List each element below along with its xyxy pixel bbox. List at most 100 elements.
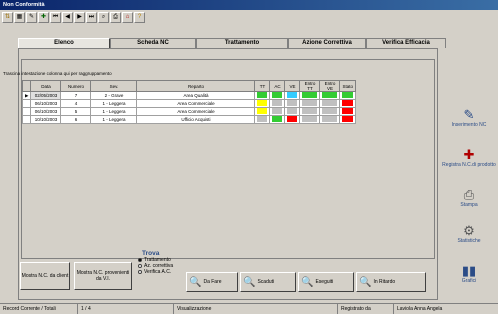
last-icon[interactable]: ⏭	[86, 12, 97, 23]
cell-sev[interactable]: 2 - Grave	[90, 91, 138, 100]
col-data[interactable]: Data	[30, 80, 62, 92]
exit-icon[interactable]: ⌂	[122, 12, 133, 23]
row-selector-icon[interactable]	[21, 99, 32, 108]
row-selector-icon[interactable]	[21, 115, 32, 124]
cell-numero[interactable]: 6	[60, 115, 92, 124]
col-ve[interactable]: VE	[284, 80, 301, 92]
search-icon: 🔍	[243, 276, 256, 288]
row-selector-icon[interactable]	[21, 107, 32, 116]
cell-entro-ve[interactable]	[319, 99, 341, 108]
cell-reparto[interactable]: Area Commerciale	[136, 107, 256, 116]
tab-verifica-efficacia[interactable]: Verifica Efficacia	[366, 38, 446, 48]
search-icon: 🔍	[359, 276, 372, 288]
status-swatch	[302, 92, 318, 98]
cell-sev[interactable]: 1 - Leggera	[90, 107, 138, 116]
table-row[interactable]: ▶ 02/05/2003 7 2 - Grave Area Qualità	[21, 91, 356, 100]
filter-in-ritardo-button[interactable]: 🔍 In Ritardo	[356, 272, 426, 292]
tab-azione-correttiva[interactable]: Azione Correttiva	[288, 38, 366, 48]
row-selector-icon[interactable]: ▶	[21, 91, 32, 100]
first-icon[interactable]: ⏮	[50, 12, 61, 23]
search-icon: 🔍	[189, 276, 202, 288]
cell-entro-ve[interactable]	[319, 91, 341, 100]
next-icon[interactable]: ▶	[74, 12, 85, 23]
sidebar-item-label: Registra N.C.di prodotto	[442, 162, 496, 168]
col-ac[interactable]: AC	[269, 80, 286, 92]
tab-bar: Elenco Scheda NC Trattamento Azione Corr…	[18, 38, 446, 48]
cell-reparto[interactable]: Area Qualità	[136, 91, 256, 100]
cell-data[interactable]: 06/10/2003	[30, 107, 62, 116]
cell-ve[interactable]	[284, 99, 301, 108]
cell-stato[interactable]	[339, 99, 356, 108]
cell-numero[interactable]: 5	[60, 107, 92, 116]
cell-tt[interactable]	[254, 99, 271, 108]
filter-eseguiti-button[interactable]: 🔍 Eseguiti	[298, 272, 354, 292]
cell-numero[interactable]: 7	[60, 91, 92, 100]
cell-sev[interactable]: 1 - Leggera	[90, 115, 138, 124]
table-row[interactable]: 10/10/2003 6 1 - Leggera Ufficio Acquist…	[21, 115, 356, 124]
cell-reparto[interactable]: Area Commerciale	[136, 99, 256, 108]
sidebar: ✎ Inserimento NC ✚ Registra N.C.di prodo…	[442, 100, 496, 296]
cell-entro-tt[interactable]	[299, 107, 321, 116]
table-row[interactable]: 06/10/2003 5 1 - Leggera Area Commercial…	[21, 107, 356, 116]
sidebar-item-inserimento-nc[interactable]: ✎ Inserimento NC	[442, 100, 496, 136]
sidebar-item-registra-nc[interactable]: ✚ Registra N.C.di prodotto	[442, 136, 496, 180]
cell-data[interactable]: 02/05/2003	[30, 91, 62, 100]
cell-data[interactable]: 06/10/2003	[30, 99, 62, 108]
col-numero[interactable]: Numero	[60, 80, 92, 92]
cell-stato[interactable]	[339, 107, 356, 116]
cell-data[interactable]: 10/10/2003	[30, 115, 62, 124]
cell-numero[interactable]: 4	[60, 99, 92, 108]
sidebar-item-stampa[interactable]: ⎙ Stampa	[442, 180, 496, 216]
col-entro-tt[interactable]: Entro TT	[299, 80, 321, 92]
cell-sev[interactable]: 1 - Leggera	[90, 99, 138, 108]
cell-ac[interactable]	[269, 115, 286, 124]
sidebar-item-grafici[interactable]: ▮▮ Grafici	[442, 252, 496, 296]
edit-icon[interactable]: ✎	[26, 12, 37, 23]
tab-scheda-nc[interactable]: Scheda NC	[110, 38, 196, 48]
status-swatch	[342, 108, 353, 114]
sidebar-item-statistiche[interactable]: ⚙ Statistiche	[442, 216, 496, 252]
tab-trattamento[interactable]: Trattamento	[196, 38, 288, 48]
col-entro-ve[interactable]: Entro VE	[319, 80, 341, 92]
grid-icon[interactable]: ▦	[14, 12, 25, 23]
cell-ve[interactable]	[284, 115, 301, 124]
cell-entro-ve[interactable]	[319, 107, 341, 116]
cell-ac[interactable]	[269, 91, 286, 100]
show-supplier-button[interactable]: Mostra N.C. provenienti da V.I.	[74, 262, 132, 290]
cell-ve[interactable]	[284, 91, 301, 100]
col-reparto[interactable]: Reparto	[136, 80, 256, 92]
cell-stato[interactable]	[339, 115, 356, 124]
tab-elenco[interactable]: Elenco	[18, 38, 110, 48]
cell-ac[interactable]	[269, 107, 286, 116]
col-stato[interactable]: Stato	[339, 80, 356, 92]
prev-icon[interactable]: ◀	[62, 12, 73, 23]
binoculars-icon[interactable]: ⌕	[98, 12, 109, 23]
col-tt[interactable]: TT	[254, 80, 271, 92]
cell-entro-tt[interactable]	[299, 91, 321, 100]
sort-icon[interactable]: ⇅	[2, 12, 13, 23]
filter-scaduti-button[interactable]: 🔍 Scaduti	[240, 272, 296, 292]
cell-tt[interactable]	[254, 107, 271, 116]
table-row[interactable]: 06/10/2003 4 1 - Leggera Area Commercial…	[21, 99, 356, 108]
sidebar-item-label: Grafici	[461, 278, 477, 284]
filter-da-fare-button[interactable]: 🔍 Da Fare	[186, 272, 238, 292]
cell-entro-tt[interactable]	[299, 99, 321, 108]
radio-label: Verifica A.C.	[144, 269, 172, 275]
radio-verifica-ac[interactable]: Verifica A.C.	[138, 269, 173, 275]
col-sev[interactable]: Sev.	[90, 80, 138, 92]
cell-ac[interactable]	[269, 99, 286, 108]
cell-ve[interactable]	[284, 107, 301, 116]
show-client-button[interactable]: Mostra N.C. da client	[20, 262, 70, 290]
help-icon[interactable]: ?	[134, 12, 145, 23]
cell-stato[interactable]	[339, 91, 356, 100]
cell-entro-tt[interactable]	[299, 115, 321, 124]
cell-tt[interactable]	[254, 115, 271, 124]
cell-reparto[interactable]: Ufficio Acquisti	[136, 115, 256, 124]
cell-tt[interactable]	[254, 91, 271, 100]
sidebar-item-label: Stampa	[460, 202, 478, 208]
window-title: Non Conformità	[0, 0, 498, 10]
print-icon[interactable]: ⎙	[110, 12, 121, 23]
cell-entro-ve[interactable]	[319, 115, 341, 124]
status-swatch	[322, 92, 338, 98]
new-icon[interactable]: ✚	[38, 12, 49, 23]
